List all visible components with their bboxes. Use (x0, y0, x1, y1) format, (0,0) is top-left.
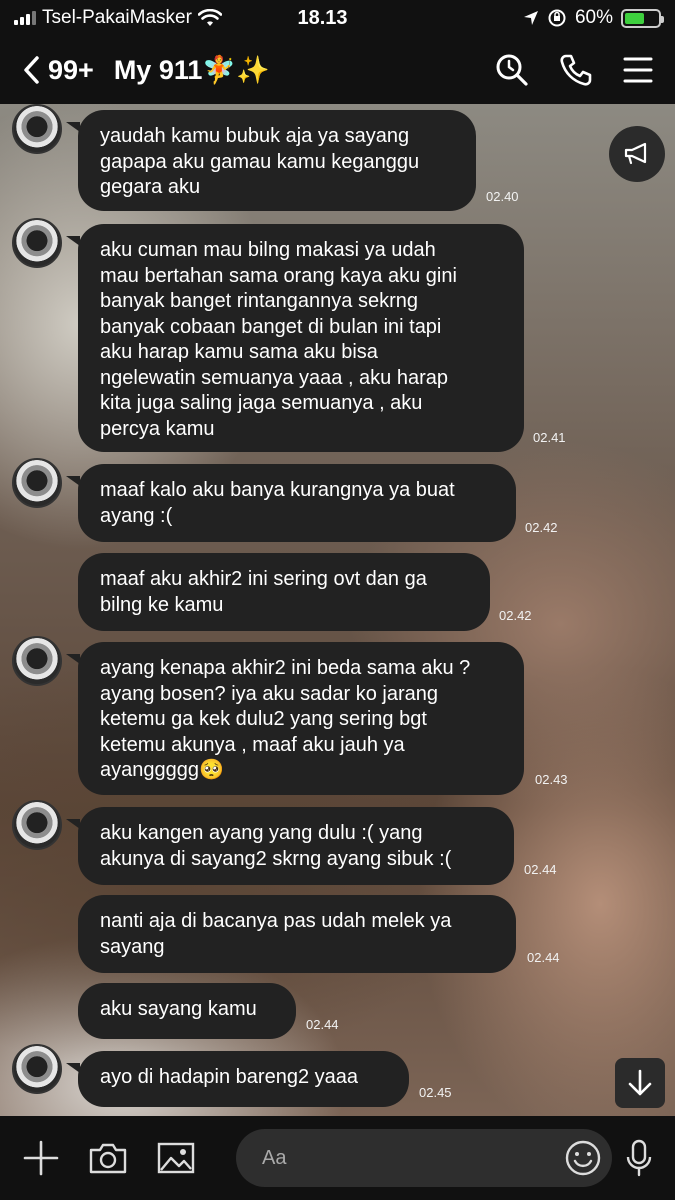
message-time: 02.43 (535, 772, 568, 787)
avatar[interactable] (12, 636, 62, 686)
message-time: 02.44 (527, 950, 560, 965)
search-icon[interactable] (495, 53, 529, 87)
message-bubble[interactable]: yaudah kamu bubuk aja ya sayang gapapa a… (66, 110, 476, 211)
phone-icon[interactable] (559, 53, 593, 87)
menu-icon[interactable] (623, 56, 653, 84)
message-time: 02.42 (499, 608, 532, 623)
plus-icon[interactable] (22, 1139, 60, 1177)
message-bubble[interactable]: nanti aja di bacanya pas udah melek ya s… (78, 895, 516, 973)
message-time: 02.44 (524, 862, 557, 877)
message-bubble[interactable]: maaf aku akhir2 ini sering ovt dan ga bi… (78, 553, 490, 631)
wifi-icon (197, 9, 222, 26)
location-icon (523, 11, 538, 25)
status-bar: Tsel-PakaiMasker 18.13 60% (0, 0, 675, 36)
orientation-lock-icon (548, 9, 566, 27)
unread-count: 99+ (48, 54, 94, 85)
battery-percent: 60% (574, 7, 613, 28)
megaphone-icon (624, 142, 647, 165)
message-time: 02.44 (306, 1017, 339, 1032)
signal-icon (14, 11, 36, 25)
clock: 18.13 (297, 6, 348, 29)
avatar[interactable] (12, 218, 62, 268)
avatar[interactable] (12, 1044, 62, 1094)
message-bubble[interactable]: ayang kenapa akhir2 ini beda sama aku ? … (66, 642, 524, 795)
avatar[interactable] (12, 104, 62, 154)
arrow-down-icon (628, 1069, 652, 1096)
message-bubble[interactable]: ayo di hadapin bareng2 yaaa (66, 1051, 409, 1107)
message-bubble[interactable]: aku cuman mau bilng makasi ya udah mau b… (66, 224, 524, 452)
chevron-left-icon (24, 56, 39, 84)
chat-header: 99+ My 911🧚✨ (0, 36, 675, 104)
message-time: 02.42 (525, 520, 558, 535)
camera-icon[interactable] (88, 1141, 128, 1175)
image-icon[interactable] (156, 1141, 196, 1175)
message-input[interactable] (262, 1146, 564, 1170)
composer-bar (0, 1116, 675, 1200)
message-time: 02.40 (486, 189, 519, 204)
back-button[interactable]: 99+ (22, 55, 94, 86)
message-bubble[interactable]: aku kangen ayang yang dulu :( yang akuny… (66, 807, 514, 885)
message-bubble[interactable]: aku sayang kamu (78, 983, 296, 1039)
message-time: 02.41 (533, 430, 566, 445)
chat-area[interactable]: yaudah kamu bubuk aja ya sayang gapapa a… (0, 104, 675, 1116)
avatar[interactable] (12, 458, 62, 508)
emoji-icon[interactable] (564, 1139, 602, 1177)
message-bubble[interactable]: maaf kalo aku banya kurangnya ya buat ay… (66, 464, 516, 542)
carrier-name: Tsel-PakaiMasker (42, 7, 192, 28)
battery-icon (621, 8, 664, 28)
chat-title[interactable]: My 911🧚✨ (114, 54, 270, 86)
scroll-to-bottom-button[interactable] (615, 1058, 665, 1108)
message-time: 02.45 (419, 1085, 452, 1100)
microphone-icon[interactable] (625, 1139, 653, 1177)
announcement-button[interactable] (609, 126, 665, 182)
message-input-container[interactable] (236, 1129, 612, 1187)
avatar[interactable] (12, 800, 62, 850)
